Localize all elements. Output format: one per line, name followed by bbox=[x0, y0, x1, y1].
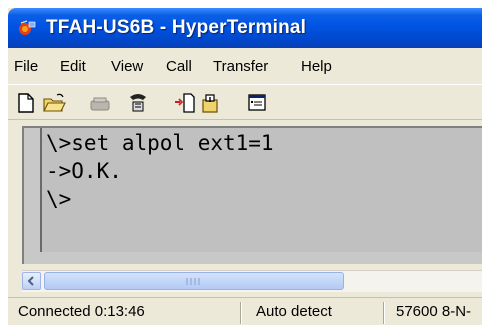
menu-edit[interactable]: Edit bbox=[60, 58, 86, 76]
terminal-screen[interactable]: \>set alpol ext1=1 ->O.K. \> bbox=[40, 128, 482, 252]
title-bar[interactable]: TFAH-US6B - HyperTerminal bbox=[8, 8, 482, 48]
menu-bar: File Edit View Call Transfer Help bbox=[8, 54, 482, 80]
terminal-area[interactable]: \>set alpol ext1=1 ->O.K. \> bbox=[22, 126, 482, 264]
status-connection: Connected 0:13:46 bbox=[18, 303, 145, 320]
new-document-icon[interactable] bbox=[14, 91, 38, 115]
properties-icon[interactable] bbox=[246, 91, 270, 115]
toolbar bbox=[8, 84, 482, 120]
status-bar: Connected 0:13:46 Auto detect 57600 8-N- bbox=[8, 297, 482, 325]
menu-view[interactable]: View bbox=[111, 58, 143, 76]
receive-file-icon[interactable] bbox=[200, 91, 224, 115]
scroll-left-button[interactable] bbox=[22, 272, 41, 290]
status-divider bbox=[383, 302, 385, 324]
menu-help[interactable]: Help bbox=[301, 58, 332, 76]
hyperterminal-app-icon bbox=[19, 20, 36, 35]
horizontal-scrollbar[interactable] bbox=[22, 270, 482, 292]
terminal-line-prompt: \> bbox=[46, 187, 72, 211]
menu-transfer[interactable]: Transfer bbox=[213, 58, 268, 76]
menu-file[interactable]: File bbox=[14, 58, 38, 76]
dial-icon[interactable] bbox=[126, 91, 150, 115]
status-detect: Auto detect bbox=[256, 303, 332, 320]
status-divider bbox=[240, 302, 242, 324]
terminal-line-response: ->O.K. bbox=[46, 159, 122, 183]
menu-call[interactable]: Call bbox=[166, 58, 192, 76]
grip-icon bbox=[186, 278, 200, 285]
scroll-thumb[interactable] bbox=[44, 272, 344, 290]
status-port-settings: 57600 8-N- bbox=[396, 303, 472, 320]
disconnect-icon[interactable] bbox=[88, 91, 112, 115]
hyperterminal-window: TFAH-US6B - HyperTerminal File Edit View… bbox=[8, 8, 482, 325]
window-title: TFAH-US6B - HyperTerminal bbox=[46, 17, 307, 38]
chevron-left-icon bbox=[27, 276, 34, 286]
open-folder-icon[interactable] bbox=[42, 91, 66, 115]
terminal-line-command: \>set alpol ext1=1 bbox=[46, 131, 274, 155]
send-file-icon[interactable] bbox=[173, 91, 197, 115]
